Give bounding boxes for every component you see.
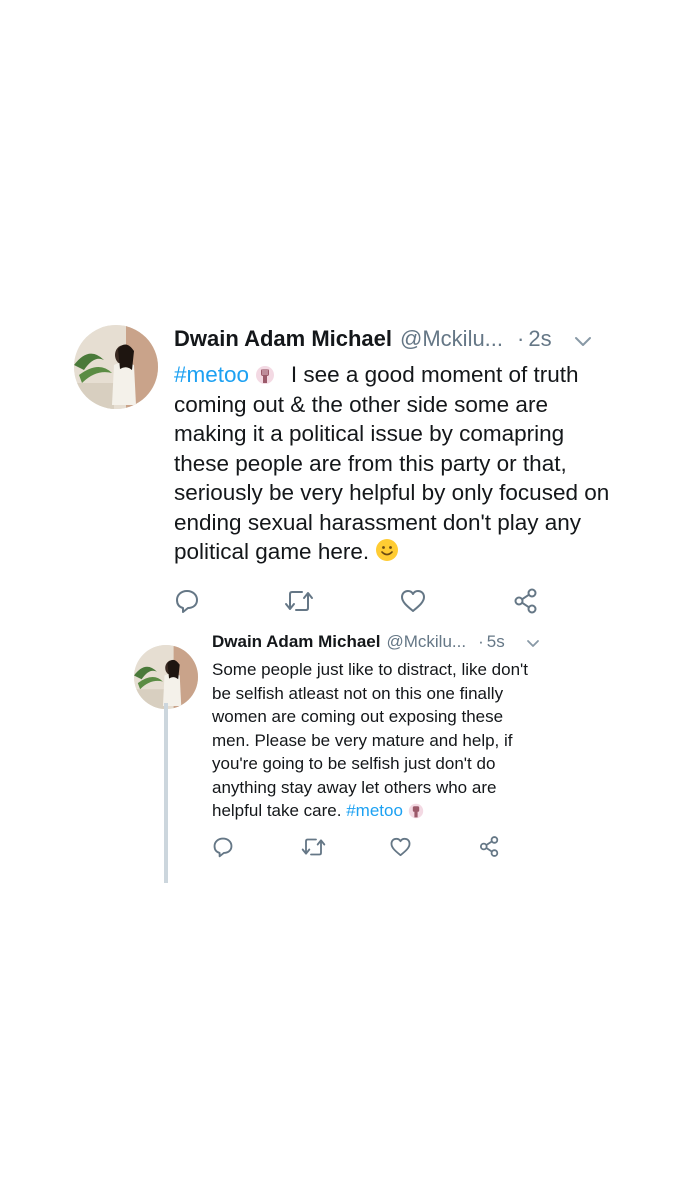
- tweet-header: Dwain Adam Michael @Mckilu... · 5s: [212, 632, 505, 652]
- retweet-icon[interactable]: [301, 836, 326, 858]
- heart-icon[interactable]: [399, 588, 427, 614]
- chevron-down-icon[interactable]: [574, 336, 592, 348]
- thread-line: [164, 703, 168, 883]
- separator-dot: ·: [478, 632, 484, 651]
- display-name[interactable]: Dwain Adam Michael: [212, 632, 380, 652]
- display-name[interactable]: Dwain Adam Michael: [174, 326, 392, 352]
- avatar-photo: [134, 645, 198, 709]
- slightly-smiling-face-emoji: [376, 539, 399, 561]
- raised-fist-emoji: [408, 803, 423, 819]
- reply-icon[interactable]: [212, 836, 234, 858]
- hashtag-link[interactable]: #metoo: [174, 362, 249, 387]
- tweet-body-text: I see a good moment of truth coming out …: [174, 362, 610, 564]
- heart-icon[interactable]: [389, 836, 412, 858]
- chevron-down-icon[interactable]: [526, 639, 540, 649]
- reply-icon[interactable]: [174, 588, 200, 614]
- tweet-text: Some people just like to distract, like …: [212, 658, 534, 823]
- timestamp[interactable]: 5s: [487, 632, 505, 652]
- raised-fist-emoji: [256, 366, 275, 384]
- avatar[interactable]: [134, 645, 198, 709]
- user-handle[interactable]: @Mckilu...: [400, 326, 503, 352]
- share-icon[interactable]: [512, 587, 540, 615]
- avatar-photo: [74, 325, 158, 409]
- tweet-body-text: Some people just like to distract, like …: [212, 660, 529, 820]
- hashtag-link[interactable]: #metoo: [346, 801, 403, 820]
- retweet-icon[interactable]: [284, 588, 314, 614]
- timestamp[interactable]: 2s: [528, 326, 551, 352]
- share-icon[interactable]: [478, 835, 501, 858]
- tweet-text: #metoo I see a good moment of truth comi…: [174, 360, 614, 567]
- separator-dot: ·: [517, 326, 525, 351]
- user-handle[interactable]: @Mckilu...: [386, 632, 466, 652]
- avatar[interactable]: [74, 325, 158, 409]
- tweet-header: Dwain Adam Michael @Mckilu... · 2s: [174, 326, 552, 352]
